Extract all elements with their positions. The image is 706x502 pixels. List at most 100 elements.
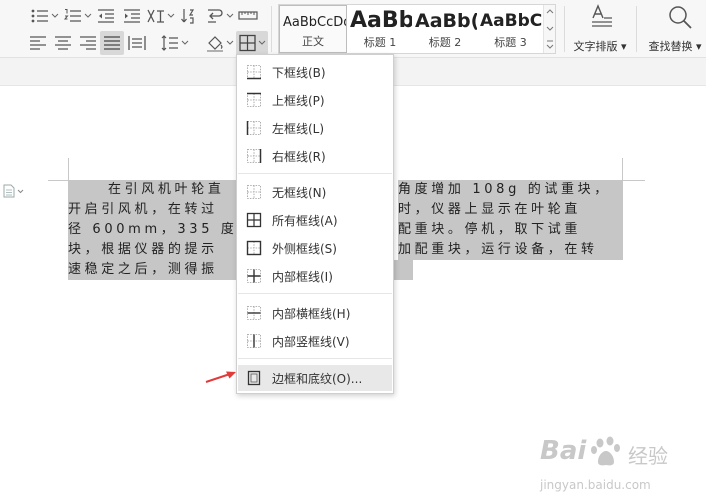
paragraph-handle-icon[interactable] — [3, 184, 25, 198]
margin-corner-right-h — [623, 180, 645, 181]
menu-separator — [238, 173, 392, 174]
text-segment-left: 速稳定之后，测得振 — [68, 260, 236, 280]
border-bottom-icon — [246, 64, 262, 80]
bullet-list-caret-icon[interactable] — [51, 13, 59, 19]
style-sample: AaBb( — [415, 10, 477, 32]
borders-icon[interactable] — [238, 34, 258, 52]
margin-corner-left-h — [48, 180, 68, 181]
menu-item-border-outside[interactable]: 外侧框线(S) — [238, 235, 392, 261]
find-replace-label: 查找替换 ▾ — [648, 40, 702, 53]
align-center-icon[interactable] — [53, 34, 73, 52]
borders-dropdown-menu: 下框线(B) 上框线(P) 左框线(L) 右框线(R) 无框线(N) 所有框线(… — [236, 54, 394, 394]
shading-icon[interactable] — [205, 34, 225, 52]
text-segment-right — [393, 260, 413, 280]
style-item-heading-2[interactable]: AaBb( 标题 2 — [413, 5, 477, 53]
chinese-layout-icon[interactable] — [146, 7, 166, 25]
text-segment-left: 块，根据仪器的提示 — [68, 240, 236, 260]
line-spacing-icon[interactable] — [160, 34, 180, 52]
menu-item-label: 右框线(R) — [272, 150, 326, 164]
menu-item-label: 外侧框线(S) — [272, 242, 337, 256]
text-segment-right: 时，仪器上显示在叶轮直 — [398, 200, 623, 220]
menu-item-label: 内部竖框线(V) — [272, 335, 350, 349]
bullet-list-icon[interactable] — [30, 7, 50, 25]
numbered-list-caret-icon[interactable] — [84, 13, 92, 19]
annotation-arrow-icon — [204, 368, 238, 384]
menu-item-border-all[interactable]: 所有框线(A) — [238, 207, 392, 233]
menu-item-border-right[interactable]: 右框线(R) — [238, 143, 392, 169]
text-segment-right: 加配重块，运行设备，在转 — [398, 240, 623, 260]
line-spacing-caret-icon[interactable] — [181, 40, 189, 46]
menu-item-label: 上框线(P) — [272, 94, 325, 108]
menu-item-border-top[interactable]: 上框线(P) — [238, 87, 392, 113]
watermark-suffix: 经验 — [628, 444, 668, 468]
align-left-icon[interactable] — [28, 34, 48, 52]
menu-item-label: 内部框线(I) — [272, 270, 333, 284]
style-label: 标题 1 — [363, 36, 397, 49]
border-top-icon — [246, 92, 262, 108]
menu-item-label: 边框和底纹(O)... — [272, 372, 363, 386]
find-replace-button[interactable]: 查找替换 ▾ — [644, 4, 706, 54]
align-justify-icon[interactable] — [102, 34, 122, 52]
style-item-heading-1[interactable]: AaBb 标题 1 — [348, 5, 412, 53]
watermark-url: jingyan.baidu.com — [540, 478, 651, 492]
chinese-layout-caret-icon[interactable] — [167, 13, 175, 19]
menu-item-border-bottom[interactable]: 下框线(B) — [238, 59, 392, 85]
menu-item-label: 下框线(B) — [272, 66, 326, 80]
text-segment-left: 开启引风机，在转过 — [68, 200, 236, 220]
menu-separator — [238, 358, 392, 359]
magnifier-icon — [666, 4, 694, 30]
baidu-watermark: Bai 经验 jingyan.baidu.com — [540, 428, 706, 502]
numbered-list-icon[interactable] — [63, 7, 83, 25]
ruler-icon[interactable] — [238, 7, 258, 25]
ribbon-separator — [564, 6, 565, 52]
margin-corner-left — [68, 158, 69, 180]
align-right-icon[interactable] — [78, 34, 98, 52]
text-segment-right: 角度增加 108g 的试重块， — [398, 180, 623, 200]
app-window: AaBbCcDd 正文 AaBb 标题 1 AaBb( 标题 2 AaBbC( … — [0, 0, 706, 502]
styles-gallery: AaBbCcDd 正文 AaBb 标题 1 AaBb( 标题 2 AaBbC( … — [278, 4, 556, 54]
borders-caret-icon[interactable] — [258, 40, 266, 46]
border-all-icon — [246, 212, 262, 228]
style-sample: AaBb — [350, 8, 412, 33]
text-layout-button[interactable]: 文字排版 ▾ — [568, 4, 632, 54]
line-break-caret-icon[interactable] — [226, 13, 234, 19]
text-layout-label: 文字排版 ▾ — [573, 40, 627, 53]
text-layout-icon — [588, 4, 616, 30]
sort-icon[interactable] — [180, 7, 200, 25]
menu-item-border-inside-horizontal[interactable]: 内部横框线(H) — [238, 300, 392, 326]
border-none-icon — [246, 184, 262, 200]
menu-item-border-left[interactable]: 左框线(L) — [238, 115, 392, 141]
style-item-normal[interactable]: AaBbCcDd 正文 — [279, 5, 347, 53]
border-inside-icon — [246, 268, 262, 284]
menu-item-border-inside-vertical[interactable]: 内部竖框线(V) — [238, 328, 392, 354]
menu-item-border-inside[interactable]: 内部框线(I) — [238, 263, 392, 289]
border-right-icon — [246, 148, 262, 164]
margin-corner-right — [622, 158, 623, 180]
border-outside-icon — [246, 240, 262, 256]
style-label: 标题 2 — [428, 36, 462, 49]
shading-caret-icon[interactable] — [226, 40, 234, 46]
ribbon-separator — [271, 6, 272, 52]
menu-item-label: 所有框线(A) — [272, 214, 338, 228]
border-left-icon — [246, 120, 262, 136]
line-break-icon[interactable] — [205, 7, 225, 25]
menu-item-borders-and-shading[interactable]: 边框和底纹(O)... — [238, 365, 392, 391]
style-sample: AaBbCcDd — [283, 15, 347, 30]
menu-item-label: 左框线(L) — [272, 122, 325, 136]
decrease-indent-icon[interactable] — [96, 7, 116, 25]
text-segment-left: 在引风机叶轮直 — [68, 180, 236, 200]
menu-item-label: 无框线(N) — [272, 186, 327, 200]
border-inside-horizontal-icon — [246, 305, 262, 321]
style-item-heading-3[interactable]: AaBbC( 标题 3 — [478, 5, 543, 53]
menu-item-label: 内部横框线(H) — [272, 307, 351, 321]
gallery-scroll[interactable] — [543, 5, 555, 53]
menu-separator — [238, 293, 392, 294]
increase-indent-icon[interactable] — [122, 7, 142, 25]
menu-item-border-none[interactable]: 无框线(N) — [238, 179, 392, 205]
borders-and-shading-icon — [246, 370, 262, 386]
distributed-align-icon[interactable] — [127, 34, 147, 52]
style-sample: AaBbC( — [480, 11, 543, 31]
style-label: 标题 3 — [494, 36, 527, 49]
text-segment-right: 配重块。停机，取下试重 — [398, 220, 623, 240]
style-label: 正文 — [302, 35, 324, 48]
